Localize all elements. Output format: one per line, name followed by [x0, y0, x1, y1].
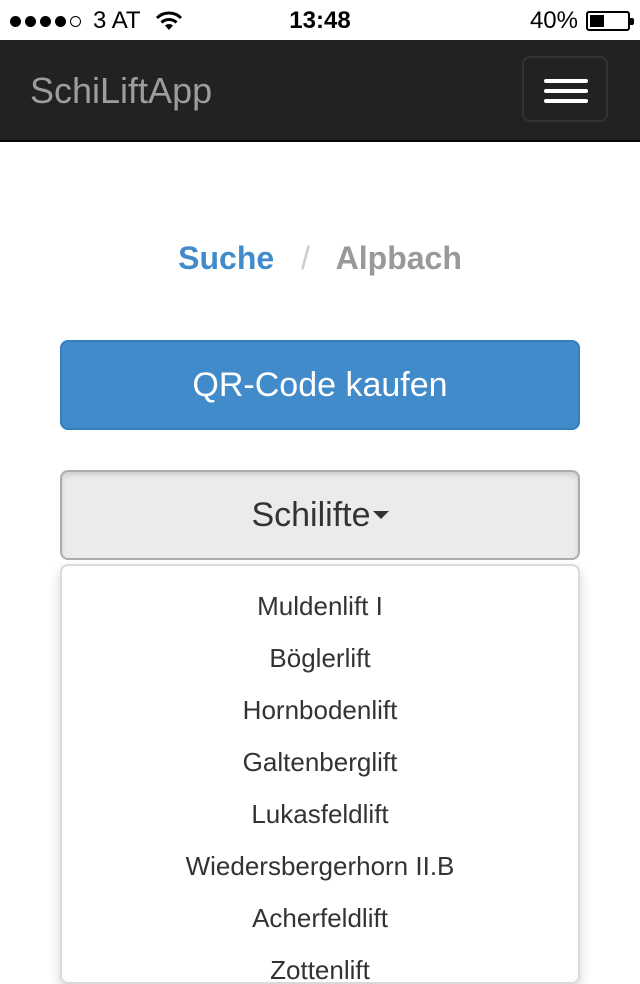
- navbar: SchiLiftApp: [0, 40, 640, 142]
- dropdown-button-label: Schilifte: [251, 496, 371, 534]
- breadcrumb-separator: /: [301, 240, 310, 276]
- hamburger-bar: [544, 89, 588, 93]
- brand-title[interactable]: SchiLiftApp: [30, 70, 212, 112]
- dropdown-item[interactable]: Böglerlift: [62, 632, 578, 684]
- battery-percent: 40%: [529, 7, 578, 34]
- breadcrumb-current: Alpbach: [335, 240, 462, 276]
- dropdown-item[interactable]: Lukasfeldlift: [62, 788, 578, 840]
- battery-area: 40%: [529, 7, 634, 35]
- battery-tip: [630, 18, 634, 25]
- dropdown-item[interactable]: Zottenlift: [62, 944, 578, 982]
- dropdown-item[interactable]: Muldenlift I: [62, 580, 578, 632]
- hamburger-bar: [544, 79, 588, 83]
- battery-level: [590, 15, 604, 27]
- breadcrumb-link-suche[interactable]: Suche: [178, 240, 274, 276]
- menu-toggle-button[interactable]: [522, 56, 608, 122]
- dropdown-item[interactable]: Wiedersbergerhorn II.B: [62, 840, 578, 892]
- caret-down-icon: [372, 511, 389, 520]
- dropdown-item[interactable]: Acherfeldlift: [62, 892, 578, 944]
- status-bar: 3 AT 13:48 40%: [0, 0, 640, 40]
- dropdown-item[interactable]: Galtenberglift: [62, 736, 578, 788]
- dropdown-item[interactable]: Hornbodenlift: [62, 684, 578, 736]
- buy-qr-code-button[interactable]: QR-Code kaufen: [60, 340, 580, 430]
- schilifte-dropdown-button[interactable]: Schilifte: [60, 470, 580, 560]
- schilifte-dropdown-menu: Muldenlift I Böglerlift Hornbodenlift Ga…: [60, 564, 580, 984]
- breadcrumb: Suche / Alpbach: [0, 240, 640, 277]
- hamburger-bar: [544, 99, 588, 103]
- battery-icon: [586, 11, 634, 31]
